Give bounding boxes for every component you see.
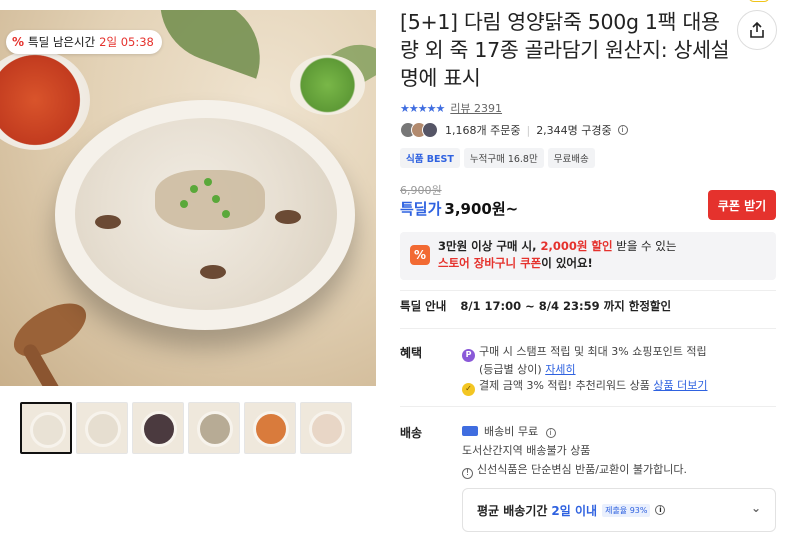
deal-countdown-time: 2일 05:38 bbox=[99, 35, 154, 49]
coupon-percent-icon: % bbox=[410, 245, 430, 265]
benefit-reward: ✓ 결제 금액 3% 적립! 추천리워드 상품 상품 더보기 bbox=[462, 378, 708, 396]
thumbnail-2[interactable] bbox=[76, 402, 128, 454]
deal-info-label: 특딜 안내 bbox=[400, 299, 447, 313]
delivery-rate-badge: 제출율 93% bbox=[602, 503, 651, 517]
more-products-link[interactable]: 상품 더보기 bbox=[653, 379, 707, 392]
chevron-down-icon: ⌄ bbox=[750, 501, 761, 515]
order-stats: 1,168개 주문중 | 2,344명 구경중 i bbox=[400, 122, 628, 138]
divider bbox=[400, 328, 776, 329]
thumbnail-5[interactable] bbox=[244, 402, 296, 454]
green-onion-garnish bbox=[190, 185, 198, 193]
green-onion-garnish bbox=[222, 210, 230, 218]
info-icon[interactable]: i bbox=[545, 428, 556, 438]
viewer-count: 2,344명 구경중 bbox=[536, 124, 612, 137]
percent-icon: % bbox=[12, 35, 25, 49]
kimchi-side-dish bbox=[0, 50, 90, 150]
leaf-decoration bbox=[143, 10, 277, 79]
benefit-point: P 구매 시 스탬프 적립 및 최대 3% 쇼핑포인트 적립 (등급별 상이) 자… bbox=[462, 344, 707, 378]
product-main-image: % 특딜 남은시간 2일 05:38 bbox=[0, 10, 376, 386]
deal-info-period: 8/1 17:00 ~ 8/4 23:59 까지 한정할인 bbox=[460, 299, 672, 313]
thumbnail-4[interactable] bbox=[188, 402, 240, 454]
buyer-avatars bbox=[400, 122, 438, 138]
order-count: 1,168개 주문중 bbox=[445, 124, 521, 137]
warning-icon: ! bbox=[462, 467, 473, 479]
tooltip-edge bbox=[748, 0, 770, 2]
reward-icon: ✓ bbox=[462, 382, 475, 396]
benefit-label: 혜택 bbox=[400, 346, 423, 360]
rating-stars: ★★★★★ bbox=[400, 101, 445, 115]
share-button[interactable] bbox=[737, 10, 777, 50]
tag-list: 식품 BEST 누적구매 16.8만 무료배송 bbox=[400, 148, 595, 168]
thumbnail-1[interactable] bbox=[20, 402, 72, 454]
green-onion-garnish bbox=[204, 178, 212, 186]
tag-free-shipping: 무료배송 bbox=[547, 148, 595, 168]
rating-row: ★★★★★ 리뷰 2391 bbox=[400, 100, 502, 116]
deal-countdown-badge: % 특딜 남은시간 2일 05:38 bbox=[6, 30, 162, 54]
deal-price: 3,900원~ bbox=[444, 200, 519, 218]
deal-info-row: 특딜 안내 8/1 17:00 ~ 8/4 23:59 까지 한정할인 bbox=[400, 298, 671, 314]
divider bbox=[400, 406, 776, 407]
truck-icon bbox=[462, 426, 478, 436]
delivery-label: 평균 배송기간 bbox=[477, 503, 548, 518]
thumbnail-strip bbox=[20, 402, 352, 454]
shipping-label: 배송 bbox=[400, 426, 423, 440]
mushroom-slice bbox=[200, 265, 226, 279]
green-onion-bowl bbox=[290, 55, 365, 115]
review-link[interactable]: 리뷰 2391 bbox=[450, 100, 502, 116]
mushroom-slice bbox=[95, 215, 121, 229]
shipping-fee: 배송비 무료 i bbox=[462, 424, 556, 440]
tag-best[interactable]: 식품 BEST bbox=[400, 148, 460, 168]
divider bbox=[400, 290, 776, 291]
tag-cumulative-purchase: 누적구매 16.8만 bbox=[463, 148, 544, 168]
point-icon: P bbox=[462, 348, 475, 362]
product-info: [5+1] 다림 영양닭죽 500g 1팩 대용량 외 죽 17종 골라담기 원… bbox=[400, 0, 800, 547]
thumbnail-6[interactable] bbox=[300, 402, 352, 454]
info-icon[interactable]: i bbox=[655, 505, 666, 515]
store-coupon-banner[interactable]: % 3만원 이상 구매 시, 2,000원 할인 받을 수 있는 스토어 장바구… bbox=[400, 232, 776, 280]
original-price: 6,900원 bbox=[400, 184, 442, 197]
deal-price-label: 특딜가 bbox=[400, 200, 442, 218]
wooden-spoon bbox=[5, 292, 95, 368]
deal-countdown-label: 특딜 남은시간 bbox=[28, 35, 96, 49]
fresh-food-note: ! 신선식품은 단순변심 반품/교환이 불가합니다. bbox=[462, 462, 687, 479]
mushroom-slice bbox=[275, 210, 301, 224]
share-icon bbox=[750, 21, 764, 38]
promo-line-2: 스토어 장바구니 쿠폰이 있어요! bbox=[438, 256, 593, 270]
price-row: 특딜가 3,900원~ bbox=[400, 198, 518, 219]
green-onion-garnish bbox=[180, 200, 188, 208]
delivery-value: 2일 이내 bbox=[551, 503, 598, 518]
product-title: [5+1] 다림 영양닭죽 500g 1팩 대용량 외 죽 17종 골라담기 원… bbox=[400, 10, 730, 90]
info-icon[interactable]: i bbox=[617, 125, 628, 135]
shipping-note: 도서산간지역 배송불가 상품 bbox=[462, 444, 591, 457]
thumbnail-3[interactable] bbox=[132, 402, 184, 454]
green-onion-garnish bbox=[212, 195, 220, 203]
delivery-period-dropdown[interactable]: 평균 배송기간 2일 이내 제출율 93% i ⌄ bbox=[462, 488, 776, 532]
benefit-detail-link[interactable]: 자세히 bbox=[545, 363, 575, 376]
promo-line-1: 3만원 이상 구매 시, 2,000원 할인 받을 수 있는 bbox=[438, 239, 677, 253]
coupon-button[interactable]: 쿠폰 받기 bbox=[708, 190, 776, 220]
